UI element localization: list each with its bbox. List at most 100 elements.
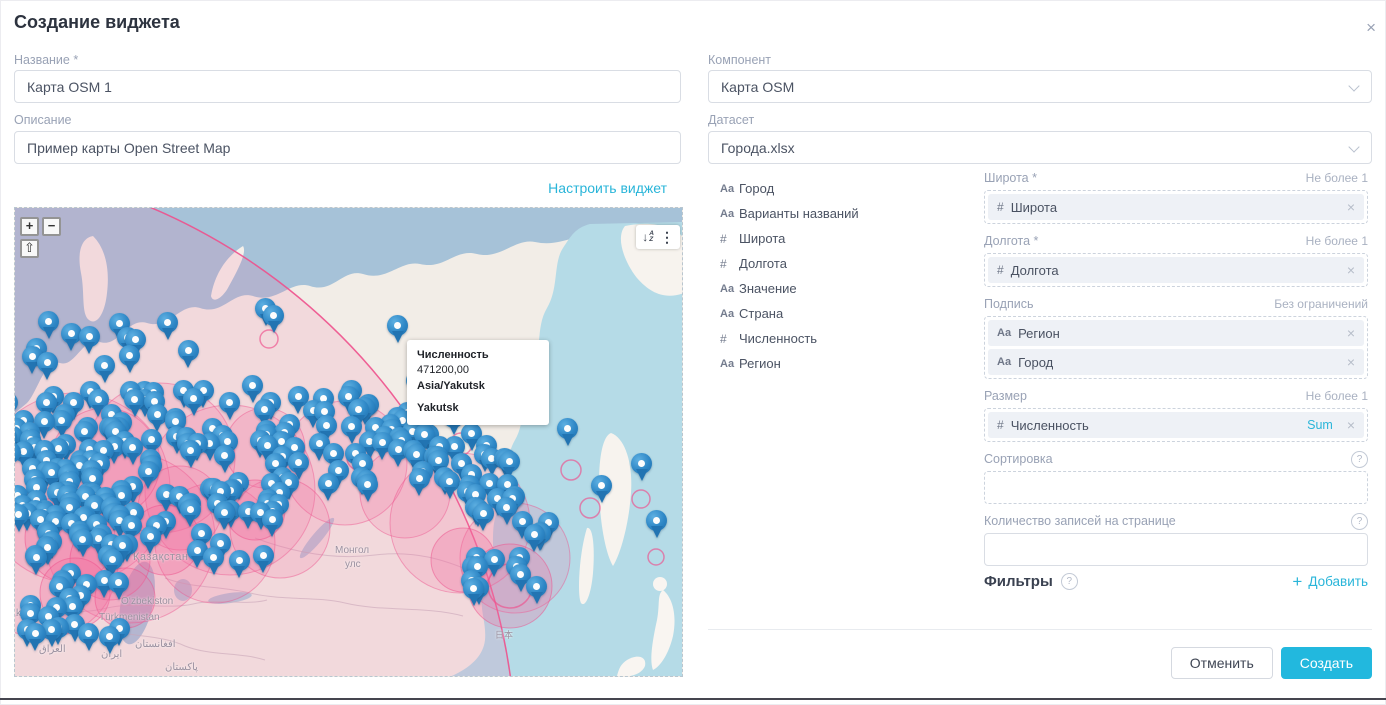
close-icon[interactable]: × <box>1366 19 1376 36</box>
field-chip-Долгота[interactable]: #Долгота× <box>988 257 1364 283</box>
map-marker[interactable] <box>357 474 378 503</box>
dataset-field-Регион[interactable]: AaРегион <box>720 351 970 376</box>
map-marker[interactable] <box>409 468 430 497</box>
map-marker[interactable] <box>214 502 235 531</box>
map-marker[interactable] <box>72 529 93 558</box>
field-type-icon: # <box>720 257 739 271</box>
more-options-icon[interactable]: ⋮ <box>660 230 674 244</box>
map-marker[interactable] <box>38 311 59 340</box>
map-marker[interactable] <box>473 503 494 532</box>
component-select[interactable]: Карта OSM <box>708 70 1372 103</box>
map-marker[interactable] <box>557 418 578 447</box>
map-marker[interactable] <box>14 504 29 533</box>
slot-dropzone[interactable]: #Долгота× <box>984 253 1368 287</box>
map-marker[interactable] <box>219 392 240 421</box>
help-icon[interactable]: ? <box>1351 513 1368 530</box>
chip-remove-icon[interactable]: × <box>1347 200 1355 214</box>
field-name: Численность <box>739 331 817 346</box>
chip-remove-icon[interactable]: × <box>1347 263 1355 277</box>
map-marker[interactable] <box>178 340 199 369</box>
map-place-label: 日本 <box>495 628 513 641</box>
map-marker[interactable] <box>26 547 47 576</box>
description-input[interactable]: Пример карты Open Street Map <box>14 131 681 164</box>
chip-aggregation[interactable]: Sum <box>1307 418 1333 432</box>
map-marker[interactable] <box>25 623 46 652</box>
map-marker[interactable] <box>78 623 99 652</box>
dataset-field-Город[interactable]: AaГород <box>720 176 970 201</box>
cancel-button[interactable]: Отменить <box>1171 647 1273 679</box>
dataset-field-Численность[interactable]: #Численность <box>720 326 970 351</box>
dataset-field-Варианты названий[interactable]: AaВарианты названий <box>720 201 970 226</box>
map-zoom-out-button[interactable]: − <box>42 217 61 236</box>
map-marker[interactable] <box>591 475 612 504</box>
name-input[interactable]: Карта OSM 1 <box>14 70 681 103</box>
map-marker[interactable] <box>263 305 284 334</box>
chip-remove-icon[interactable]: × <box>1347 418 1355 432</box>
map-marker[interactable] <box>157 312 178 341</box>
map-marker[interactable] <box>140 526 161 555</box>
field-chip-Широта[interactable]: #Широта× <box>988 194 1364 220</box>
field-type-icon: # <box>997 263 1004 277</box>
dataset-field-Широта[interactable]: #Широта <box>720 226 970 251</box>
slot-dropzone[interactable] <box>984 471 1368 504</box>
map-marker[interactable] <box>253 545 274 574</box>
slot-dropzone[interactable]: #Широта× <box>984 190 1368 224</box>
map-marker[interactable] <box>79 326 100 355</box>
field-name: Долгота <box>739 256 787 271</box>
tooltip-timezone: Asia/Yakutsk <box>417 379 539 394</box>
map-marker[interactable] <box>526 576 547 605</box>
map-tooltip: Численность 471200,00 Asia/Yakutsk Yakut… <box>407 340 549 425</box>
configure-widget-link[interactable]: Настроить виджет <box>14 180 667 196</box>
plus-icon: + <box>1292 573 1302 590</box>
slot-Широта *: Широта *Не более 1#Широта× <box>984 171 1368 224</box>
slot-input[interactable] <box>984 533 1368 566</box>
chip-remove-icon[interactable]: × <box>1347 355 1355 369</box>
map-place-label: Монгол <box>335 545 369 556</box>
map-marker[interactable] <box>99 626 120 655</box>
field-type-icon: Aa <box>720 358 739 370</box>
add-filter-button[interactable]: + Добавить <box>1292 573 1368 590</box>
slot-dropzone[interactable]: AaРегион× AaГород× <box>984 316 1368 379</box>
dataset-field-Долгота[interactable]: #Долгота <box>720 251 970 276</box>
field-type-icon: # <box>720 232 739 246</box>
map-marker[interactable] <box>214 445 235 474</box>
map-marker[interactable] <box>183 388 204 417</box>
field-type-icon: Aa <box>720 183 739 195</box>
help-icon[interactable]: ? <box>1351 451 1368 468</box>
map-marker[interactable] <box>463 578 484 607</box>
field-chip-Численность[interactable]: #ЧисленностьSum× <box>988 412 1364 438</box>
create-button[interactable]: Создать <box>1281 647 1372 679</box>
map-marker[interactable] <box>262 509 283 538</box>
map-marker[interactable] <box>94 355 115 384</box>
slot-Сортировка: Сортировка? <box>984 452 1368 504</box>
field-type-icon: Aa <box>720 283 739 295</box>
map-marker[interactable] <box>14 442 21 471</box>
dataset-select[interactable]: Города.xlsx <box>708 131 1372 164</box>
slot-limit: Без ограничений <box>1274 297 1368 311</box>
slot-dropzone[interactable]: #ЧисленностьSum× <box>984 408 1368 442</box>
map-marker[interactable] <box>387 315 408 344</box>
field-chip-Город[interactable]: AaГород× <box>988 349 1364 375</box>
map-marker[interactable] <box>180 440 201 469</box>
map-marker[interactable] <box>318 473 339 502</box>
map-marker[interactable] <box>108 572 129 601</box>
chip-remove-icon[interactable]: × <box>1347 326 1355 340</box>
dataset-field-Значение[interactable]: AaЗначение <box>720 276 970 301</box>
map-marker[interactable] <box>631 453 652 482</box>
slot-limit: Не более 1 <box>1306 389 1368 403</box>
field-chip-Регион[interactable]: AaРегион× <box>988 320 1364 346</box>
map-marker[interactable] <box>37 352 58 381</box>
map-extent-button[interactable]: ⇧ <box>20 239 39 258</box>
map-marker[interactable] <box>646 510 667 539</box>
window-bottom-edge <box>0 698 1386 700</box>
help-icon[interactable]: ? <box>1061 573 1078 590</box>
slot-limit: Не более 1 <box>1306 234 1368 248</box>
map-marker[interactable] <box>229 550 250 579</box>
osm-map[interactable]: ҚазақстанМонголулсO‘zbekistonTürkmenista… <box>14 207 683 677</box>
dataset-field-Страна[interactable]: AaСтрана <box>720 301 970 326</box>
map-zoom-in-button[interactable]: + <box>20 217 39 236</box>
slot-label: Подпись <box>984 297 1033 311</box>
map-marker[interactable] <box>119 345 140 374</box>
map-marker[interactable] <box>203 547 224 576</box>
sort-az-icon[interactable]: ↓ AZ <box>642 231 654 244</box>
